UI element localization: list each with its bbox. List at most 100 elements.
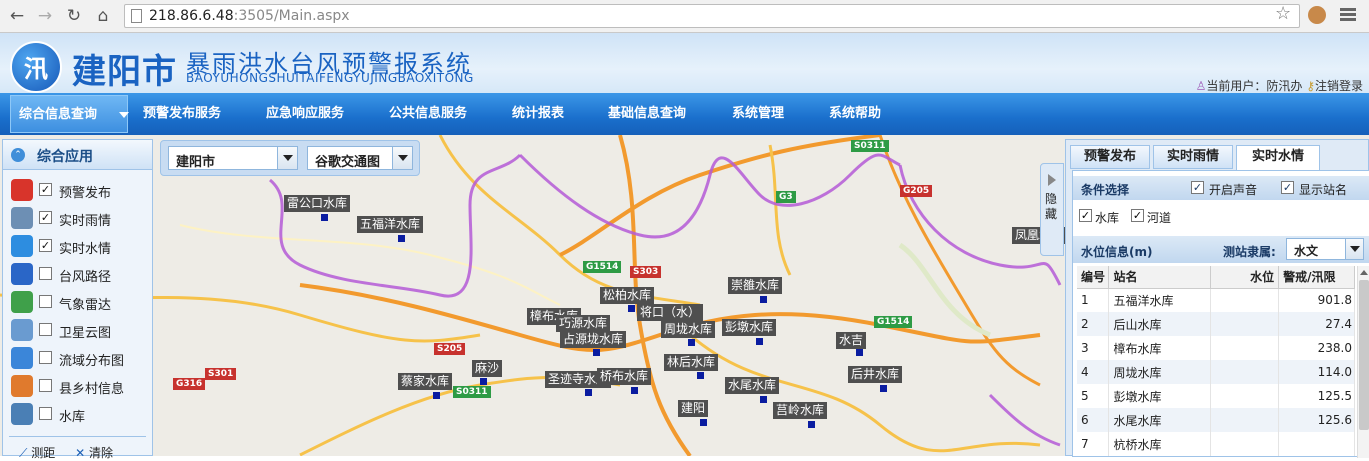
- sound-checkbox[interactable]: ✓: [1191, 181, 1204, 194]
- station-marker[interactable]: [808, 421, 815, 428]
- station-marker[interactable]: [631, 387, 638, 394]
- nav-item-help[interactable]: 系统帮助: [829, 93, 881, 135]
- nav-item-system-admin[interactable]: 系统管理: [732, 93, 784, 135]
- layer-row[interactable]: ✓ 实时水情: [3, 232, 152, 260]
- station-marker[interactable]: [321, 214, 328, 221]
- clear-button[interactable]: 清除: [89, 446, 113, 460]
- col-header[interactable]: 站名: [1108, 266, 1212, 289]
- forward-arrow-icon[interactable]: →: [34, 5, 56, 27]
- layer-checkbox[interactable]: ✓: [39, 183, 52, 196]
- col-header[interactable]: 编号: [1077, 266, 1110, 289]
- station-marker[interactable]: [700, 419, 707, 426]
- station-marker[interactable]: [856, 349, 863, 356]
- station-marker[interactable]: [585, 389, 592, 396]
- map-station-label[interactable]: 将口（水）: [637, 304, 704, 321]
- address-bar[interactable]: 218.86.6.48:3505/Main.aspx: [124, 4, 1300, 28]
- station-marker[interactable]: [398, 235, 405, 242]
- tab-realtime-water[interactable]: 实时水情: [1236, 145, 1320, 171]
- show-name-checkbox[interactable]: ✓: [1281, 181, 1294, 194]
- station-marker[interactable]: [880, 385, 887, 392]
- nav-item-emergency-response[interactable]: 应急响应服务: [266, 93, 344, 135]
- map-station-label[interactable]: 崇雒水库: [728, 277, 783, 294]
- bookmark-star-icon[interactable]: ☆: [1275, 3, 1291, 24]
- layer-checkbox[interactable]: [39, 323, 52, 336]
- layer-row[interactable]: ✓ 预警发布: [3, 176, 152, 204]
- col-header[interactable]: 警戒/汛限: [1278, 266, 1355, 289]
- collapse-icon[interactable]: ⌃: [11, 148, 25, 162]
- nav-item-integrated-query[interactable]: 综合信息查询: [10, 95, 129, 133]
- tab-warning-release[interactable]: 预警发布: [1070, 145, 1150, 169]
- layer-checkbox[interactable]: [39, 295, 52, 308]
- region-select[interactable]: 建阳市: [168, 146, 298, 170]
- map-station-label[interactable]: 周垅水库: [661, 321, 716, 338]
- map-station-label[interactable]: 桥布水库: [597, 368, 652, 385]
- measure-button[interactable]: 测距: [31, 446, 55, 460]
- layer-checkbox[interactable]: ✓: [39, 239, 52, 252]
- map-station-label[interactable]: 占源垅水库: [560, 331, 627, 348]
- browser-menu-icon[interactable]: [1340, 8, 1356, 23]
- station-marker[interactable]: [688, 339, 695, 346]
- layer-checkbox[interactable]: [39, 379, 52, 392]
- station-marker[interactable]: [760, 296, 767, 303]
- table-row[interactable]: 5 彭墩水库 125.5: [1077, 384, 1355, 408]
- station-marker[interactable]: [756, 338, 763, 345]
- layer-row[interactable]: 县乡村信息: [3, 372, 152, 400]
- table-row[interactable]: 4 周垅水库 114.0: [1077, 360, 1355, 384]
- back-arrow-icon[interactable]: ←: [6, 5, 28, 27]
- station-marker[interactable]: [628, 305, 635, 312]
- layer-row[interactable]: 流域分布图: [3, 344, 152, 372]
- table-row[interactable]: 6 水尾水库 125.6: [1077, 408, 1355, 432]
- layer-checkbox[interactable]: [39, 267, 52, 280]
- river-checkbox[interactable]: ✓: [1131, 209, 1144, 222]
- station-marker[interactable]: [433, 392, 440, 399]
- hide-panel-toggle[interactable]: 隐藏: [1040, 163, 1064, 256]
- table-row[interactable]: 1 五福洋水库 901.8: [1077, 288, 1355, 312]
- map-station-label[interactable]: 林后水库: [664, 354, 719, 371]
- nav-item-public-info[interactable]: 公共信息服务: [389, 93, 467, 135]
- nav-item-statistics[interactable]: 统计报表: [512, 93, 564, 135]
- reload-icon[interactable]: ↻: [63, 5, 85, 27]
- scroll-up-icon[interactable]: [1360, 270, 1368, 275]
- map-station-label[interactable]: 后井水库: [848, 366, 903, 383]
- nav-item-warning-release[interactable]: 预警发布服务: [143, 93, 221, 135]
- reservoir-checkbox[interactable]: ✓: [1079, 209, 1092, 222]
- layer-checkbox[interactable]: [39, 351, 52, 364]
- logout-link[interactable]: 注销登录: [1315, 79, 1363, 93]
- station-belong-select[interactable]: 水文: [1286, 238, 1364, 260]
- layer-panel-header[interactable]: ⌃ 综合应用: [3, 140, 152, 170]
- table-row[interactable]: 3 樟布水库 238.0: [1077, 336, 1355, 360]
- chevron-down-icon[interactable]: [392, 147, 412, 169]
- layer-row[interactable]: 卫星云图: [3, 316, 152, 344]
- map-station-label[interactable]: 五福洋水库: [357, 216, 424, 233]
- chevron-down-icon[interactable]: [277, 147, 297, 169]
- layer-row[interactable]: 台风路径: [3, 260, 152, 288]
- layer-row[interactable]: ✓ 实时雨情: [3, 204, 152, 232]
- table-row[interactable]: 7 杭桥水库: [1077, 432, 1355, 456]
- layer-checkbox[interactable]: ✓: [39, 211, 52, 224]
- basemap-select[interactable]: 谷歌交通图: [307, 146, 413, 170]
- map-station-label[interactable]: 建阳: [678, 400, 709, 417]
- map-station-label[interactable]: 水吉: [836, 332, 867, 349]
- layer-row[interactable]: 气象雷达: [3, 288, 152, 316]
- station-marker[interactable]: [760, 396, 767, 403]
- map-station-label[interactable]: 松柏水库: [600, 287, 655, 304]
- station-marker[interactable]: [593, 349, 600, 356]
- tab-realtime-rain[interactable]: 实时雨情: [1153, 145, 1233, 169]
- layer-checkbox[interactable]: [39, 407, 52, 420]
- station-marker[interactable]: [480, 378, 487, 385]
- map-station-label[interactable]: 巧源水库: [556, 315, 611, 332]
- map-station-label[interactable]: 蔡家水库: [398, 373, 453, 390]
- map-station-label[interactable]: 彭墩水库: [722, 319, 777, 336]
- table-row[interactable]: 2 后山水库 27.4: [1077, 312, 1355, 336]
- home-icon[interactable]: ⌂: [92, 5, 114, 27]
- map-station-label[interactable]: 莒岭水库: [773, 402, 828, 419]
- map-station-label[interactable]: 麻沙: [472, 360, 503, 377]
- chevron-down-icon[interactable]: [1345, 239, 1363, 259]
- table-scrollbar[interactable]: [1357, 266, 1369, 458]
- layer-row[interactable]: 水库: [3, 400, 152, 428]
- col-header[interactable]: 水位: [1210, 266, 1280, 289]
- map-station-label[interactable]: 雷公口水库: [284, 195, 351, 212]
- station-marker[interactable]: [697, 372, 704, 379]
- scrollbar-thumb[interactable]: [1359, 280, 1369, 430]
- map-station-label[interactable]: 水尾水库: [725, 377, 780, 394]
